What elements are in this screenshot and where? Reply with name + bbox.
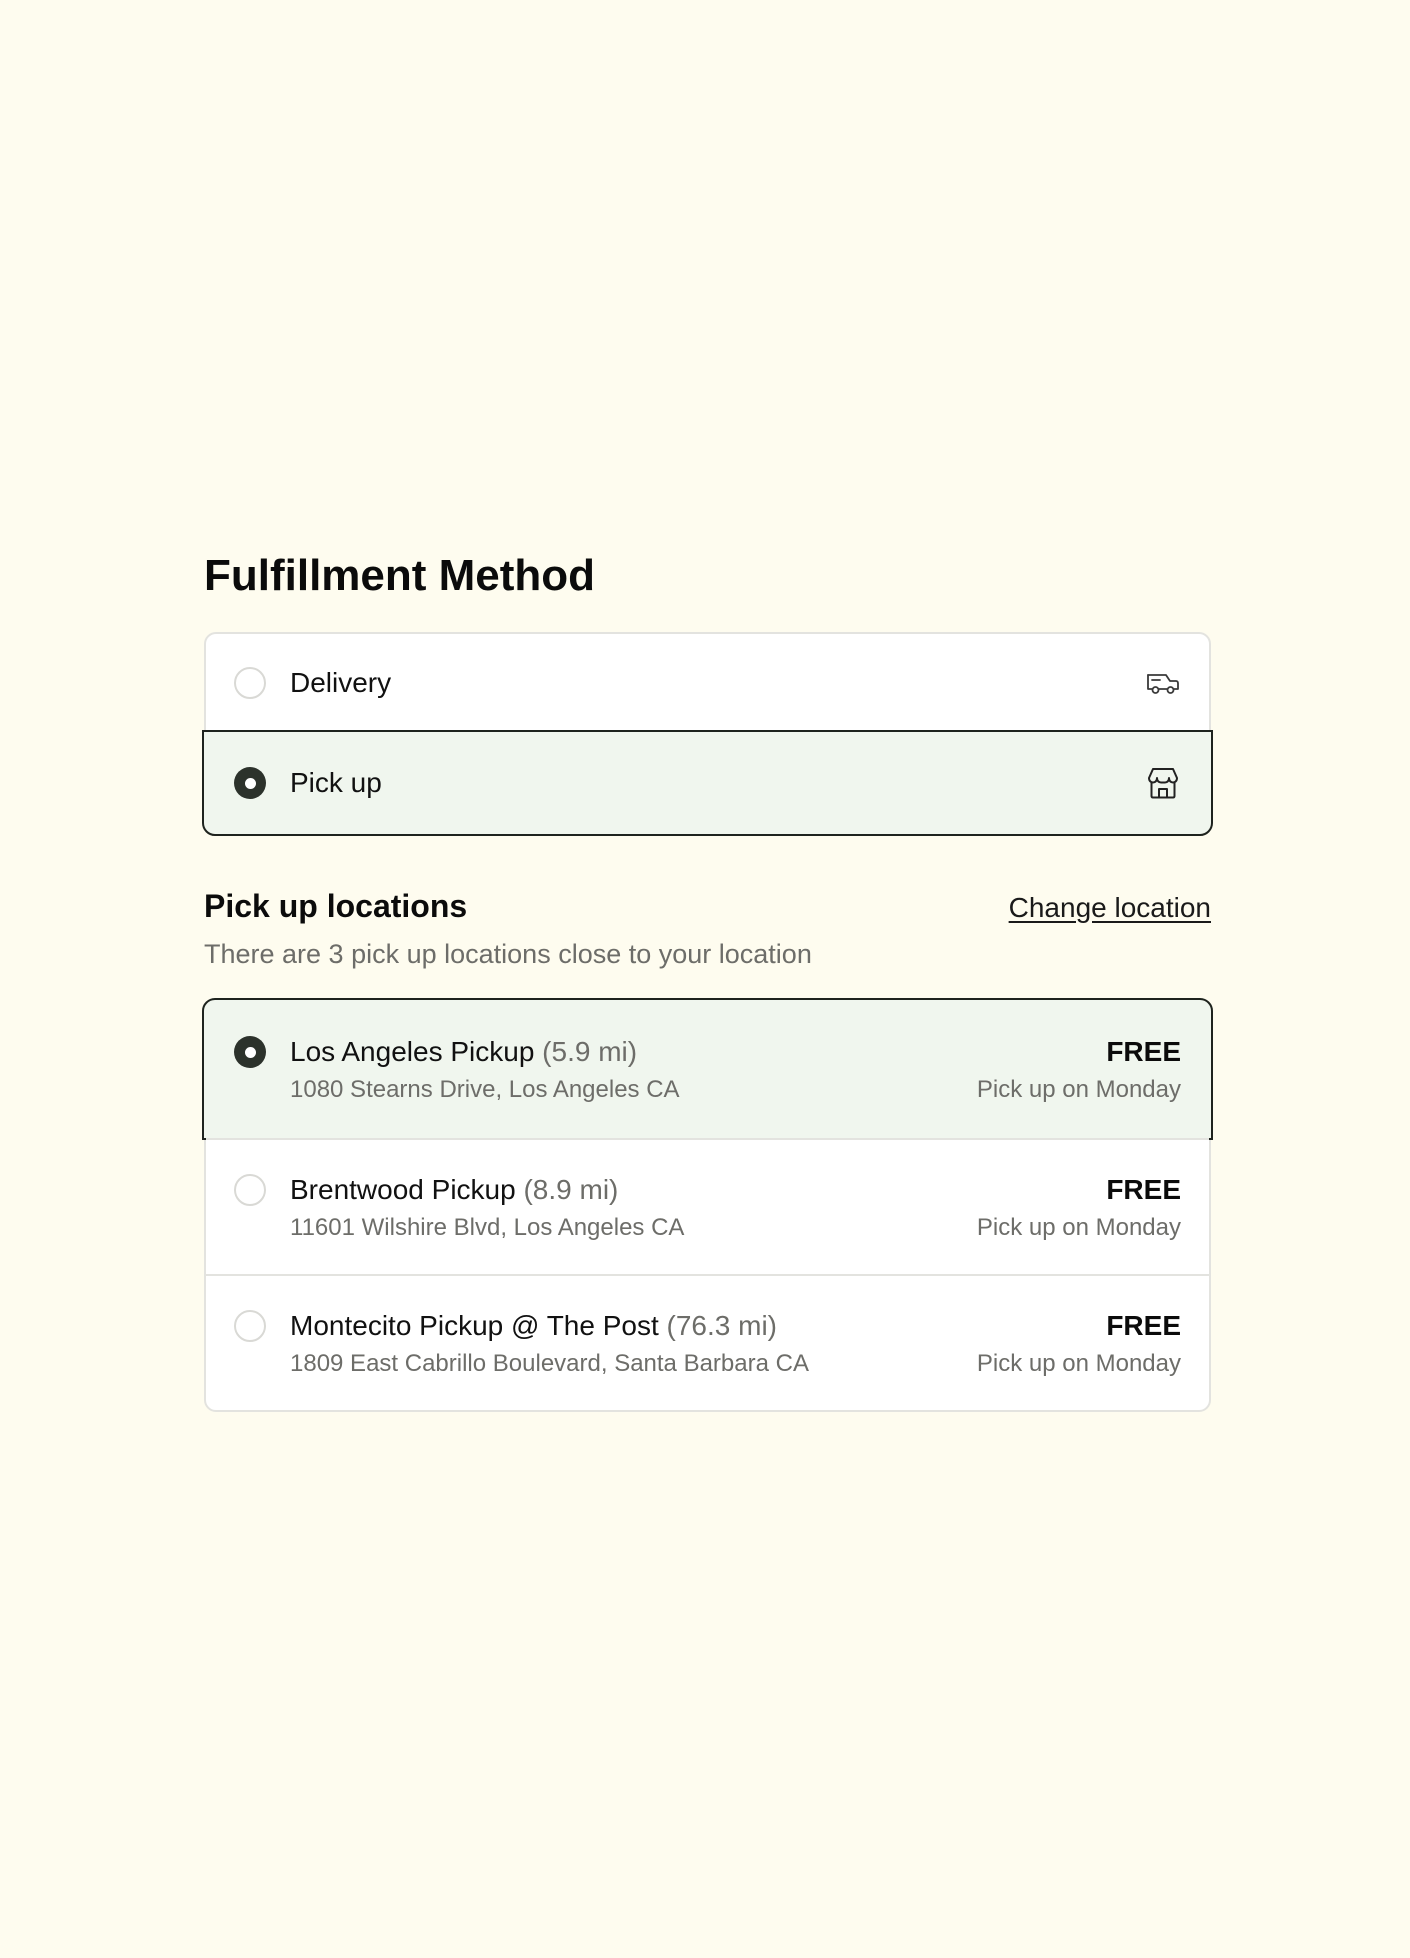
location-name: Los Angeles Pickup [290,1036,535,1067]
location-distance: (5.9 mi) [542,1036,638,1067]
location-info: Montecito Pickup @ The Post (76.3 mi) 18… [290,1308,977,1380]
method-option-pickup[interactable]: Pick up [202,730,1213,836]
method-label-delivery: Delivery [290,667,392,698]
location-radio-montecito[interactable] [234,1310,266,1342]
location-radio-los-angeles[interactable] [234,1036,266,1068]
pickup-locations-subtitle: There are 3 pick up locations close to y… [204,939,812,969]
location-item-brentwood[interactable]: Brentwood Pickup (8.9 mi) 11601 Wilshire… [206,1138,1209,1274]
location-distance: (76.3 mi) [666,1310,777,1341]
location-pickup-day: Pick up on Monday [976,1214,1181,1241]
location-name: Montecito Pickup @ The Post [290,1310,659,1341]
location-address: 11601 Wilshire Blvd, Los Angeles CA [290,1214,685,1241]
change-location-link[interactable]: Change location [1009,892,1211,924]
delivery-radio[interactable] [234,667,266,699]
location-pickup-day: Pick up on Monday [976,1076,1181,1103]
method-option-delivery[interactable]: Delivery [206,634,1209,732]
location-pickup-day: Pick up on Monday [976,1350,1181,1377]
location-name: Brentwood Pickup [290,1174,516,1205]
pickup-locations-header: Pick up locations Change location [204,888,1211,925]
location-address: 1809 East Cabrillo Boulevard, Santa Barb… [290,1350,809,1377]
location-price: FREE [1106,1174,1181,1205]
truck-icon [1147,674,1179,694]
method-label-pickup: Pick up [290,767,382,798]
pickup-locations-title: Pick up locations [204,888,468,924]
location-pricing: FREE Pick up on Monday [977,1308,1181,1380]
store-icon [1148,768,1178,799]
page-title: Fulfillment Method [204,551,596,600]
location-item-los-angeles[interactable]: Los Angeles Pickup (5.9 mi) 1080 Stearns… [202,998,1213,1140]
location-distance: (8.9 mi) [523,1174,619,1205]
location-pricing: FREE Pick up on Monday [977,1172,1181,1244]
location-address: 1080 Stearns Drive, Los Angeles CA [290,1076,680,1103]
fulfillment-section: Fulfillment Method Delivery Pick up Pick… [202,548,1213,1412]
fulfillment-method-group: Delivery Pick up [202,632,1213,836]
pickup-radio[interactable] [234,767,266,799]
location-info: Brentwood Pickup (8.9 mi) 11601 Wilshire… [290,1172,977,1244]
location-radio-brentwood[interactable] [234,1174,266,1206]
pickup-location-list: Los Angeles Pickup (5.9 mi) 1080 Stearns… [202,998,1213,1412]
location-price: FREE [1106,1310,1181,1341]
location-pricing: FREE Pick up on Monday [977,1034,1181,1106]
location-price: FREE [1106,1036,1181,1067]
location-item-montecito[interactable]: Montecito Pickup @ The Post (76.3 mi) 18… [206,1274,1209,1410]
location-info: Los Angeles Pickup (5.9 mi) 1080 Stearns… [290,1034,977,1106]
